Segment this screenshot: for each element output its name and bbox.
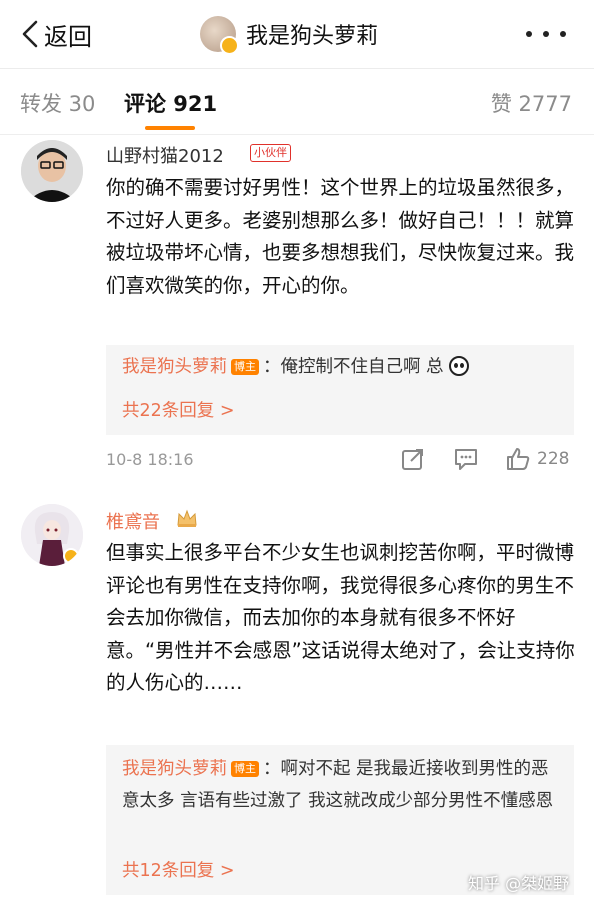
top-bar: 返回 我是狗头萝莉 xyxy=(0,0,594,69)
panda-emoji-icon xyxy=(449,356,470,376)
host-badge: 博主 xyxy=(231,359,259,375)
comment-username[interactable]: 椎鳶音 xyxy=(106,508,160,534)
partner-badge: 小伙伴 xyxy=(250,144,291,162)
chevron-left-icon xyxy=(22,20,38,48)
header-title-group[interactable]: 我是狗头萝莉 xyxy=(200,14,379,55)
avatar[interactable] xyxy=(21,140,83,202)
reply-author[interactable]: 我是狗头萝莉 xyxy=(122,759,227,779)
tab-repost[interactable]: 转发 30 xyxy=(20,88,95,118)
comment-username[interactable]: 山野村猫2012 xyxy=(106,142,224,168)
user-avatar-icon xyxy=(21,504,83,566)
more-options-icon[interactable] xyxy=(526,24,566,44)
reply-line: 我是狗头萝莉 博主 ：啊对不起 是我最近接收到男性的恶意太多 言语有些过激了 我这就… xyxy=(122,753,566,817)
watermark: 知乎 @桀姬野 xyxy=(468,874,570,893)
comment-time: 10-8 18:16 xyxy=(106,450,194,469)
reply-author[interactable]: 我是狗头萝莉 xyxy=(122,357,227,377)
comment-meta: 10-8 18:16 228 xyxy=(0,446,594,476)
like-button[interactable]: 228 xyxy=(505,446,569,472)
page-title: 我是狗头萝莉 xyxy=(246,24,379,49)
crown-icon xyxy=(177,509,197,527)
avatar[interactable] xyxy=(21,504,83,566)
comment-text: 你的确不需要讨好男性！这个世界上的垃圾虽然很多，不过好人更多。老婆别想那么多！做… xyxy=(106,176,575,297)
tab-like[interactable]: 赞 2777 xyxy=(491,88,572,118)
thumbs-up-icon xyxy=(507,448,530,470)
repost-icon[interactable] xyxy=(400,446,426,476)
tab-bar: 转发 30 评论 921 赞 2777 xyxy=(0,68,594,135)
back-label: 返回 xyxy=(44,22,92,51)
author-avatar[interactable] xyxy=(200,16,239,55)
back-button[interactable]: 返回 xyxy=(22,18,92,51)
like-count: 228 xyxy=(537,449,570,469)
reply-line: 我是狗头萝莉 博主 ：俺控制不住自己啊 总 xyxy=(122,351,566,383)
reply-preview[interactable]: 我是狗头萝莉 博主 ：俺控制不住自己啊 总 共22条回复 > xyxy=(106,345,574,435)
verified-badge-icon xyxy=(220,36,239,55)
view-replies-link[interactable]: 共12条回复 > xyxy=(122,857,235,882)
view-replies-link[interactable]: 共22条回复 > xyxy=(122,397,235,422)
host-badge: 博主 xyxy=(231,761,259,777)
comment-icon[interactable] xyxy=(453,446,479,476)
tab-active-indicator xyxy=(145,126,195,130)
user-avatar-icon xyxy=(21,140,83,202)
reply-text: ：俺控制不住自己啊 总 xyxy=(263,357,444,377)
comment-text: 但事实上很多平台不少女生也讽刺挖苦你啊，平时微博评论也有男性在支持你啊，我觉得很… xyxy=(106,541,575,694)
